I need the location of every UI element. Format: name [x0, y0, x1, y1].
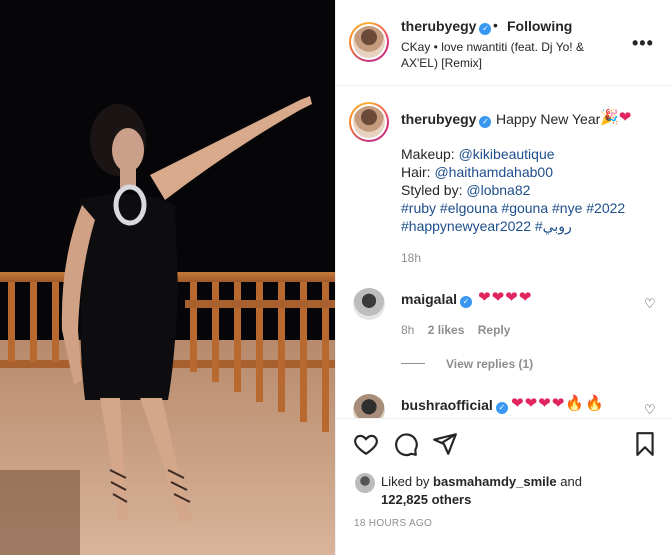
post-timestamp: 18 HOURS AGO — [354, 518, 672, 529]
comment-text: ❤❤❤❤ — [478, 289, 533, 306]
comment-time: 8h — [401, 323, 415, 337]
likes-row: Liked by basmahamdy_smile and 122,825 ot… — [336, 466, 672, 516]
caption-emojis: 🎉❤ — [600, 108, 631, 126]
like-heart-icon[interactable] — [353, 431, 379, 457]
hashtags-line-1[interactable]: #ruby #elgouna #gouna #nye #2022 — [401, 199, 661, 217]
view-replies-divider — [401, 363, 425, 364]
caption-username[interactable]: therubyegy ✓ — [401, 111, 492, 128]
likes-count[interactable]: 122,825 others — [381, 492, 471, 507]
comment-meta: 8h 2 likes Reply — [401, 323, 520, 337]
comment-avatar[interactable] — [353, 288, 385, 320]
author-username[interactable]: therubyegy ✓ — [401, 18, 492, 35]
comment-username[interactable]: bushraofficial ✓ — [401, 397, 508, 414]
comment-reply-button[interactable]: Reply — [478, 323, 511, 337]
mention-makeup[interactable]: @kikibeautique — [459, 146, 555, 162]
likes-summary[interactable]: Liked by basmahamdy_smile and 122,825 ot… — [381, 473, 631, 509]
action-bar — [336, 418, 672, 468]
comment-like-heart-icon[interactable]: ♡ — [644, 296, 658, 311]
audio-link[interactable]: CKay • love nwantiti (feat. Dj Yo! & AX'… — [401, 39, 621, 71]
party-popper-icon: 🎉 — [600, 109, 619, 126]
caption-avatar[interactable] — [349, 102, 389, 142]
caption-body: Makeup: @kikibeautique Hair: @haithamdah… — [401, 145, 661, 235]
liker-avatar[interactable] — [355, 473, 375, 493]
comment-username[interactable]: maigalal ✓ — [401, 291, 473, 308]
verified-badge-icon: ✓ — [479, 116, 492, 128]
comment-like-heart-icon[interactable]: ♡ — [644, 402, 658, 417]
view-replies-button[interactable]: View replies (1) — [446, 357, 533, 371]
verified-badge-icon: ✓ — [460, 296, 473, 308]
more-icon[interactable]: ••• — [632, 33, 654, 54]
caption-time: 18h — [401, 251, 422, 265]
mention-stylist[interactable]: @lobna82 — [466, 182, 530, 198]
comment-likes[interactable]: 2 likes — [428, 323, 465, 337]
following-button[interactable]: Following — [507, 18, 572, 34]
post-panel: therubyegy ✓ • Following CKay • love nwan… — [335, 0, 672, 555]
comment-text: ❤❤❤❤🔥🔥 — [511, 395, 605, 412]
save-bookmark-icon[interactable] — [632, 431, 658, 457]
post-header: therubyegy ✓ • Following CKay • love nwan… — [336, 0, 672, 86]
liker-username[interactable]: basmahamdy_smile — [433, 474, 557, 489]
header-separator: • — [493, 17, 498, 33]
verified-badge-icon: ✓ — [479, 23, 492, 35]
author-avatar[interactable] — [349, 22, 389, 62]
post-photo — [0, 0, 335, 555]
post-media[interactable] — [0, 0, 335, 555]
caption-text: Happy New Year — [496, 111, 601, 127]
hashtags-line-2[interactable]: #happynewyear2022 #روبي — [401, 217, 661, 235]
comment-icon[interactable] — [393, 431, 419, 457]
verified-badge-icon: ✓ — [495, 402, 508, 414]
share-icon[interactable] — [432, 431, 458, 457]
mention-hair[interactable]: @haithamdahab00 — [434, 164, 553, 180]
heart-emoji-icon: ❤ — [618, 109, 632, 126]
